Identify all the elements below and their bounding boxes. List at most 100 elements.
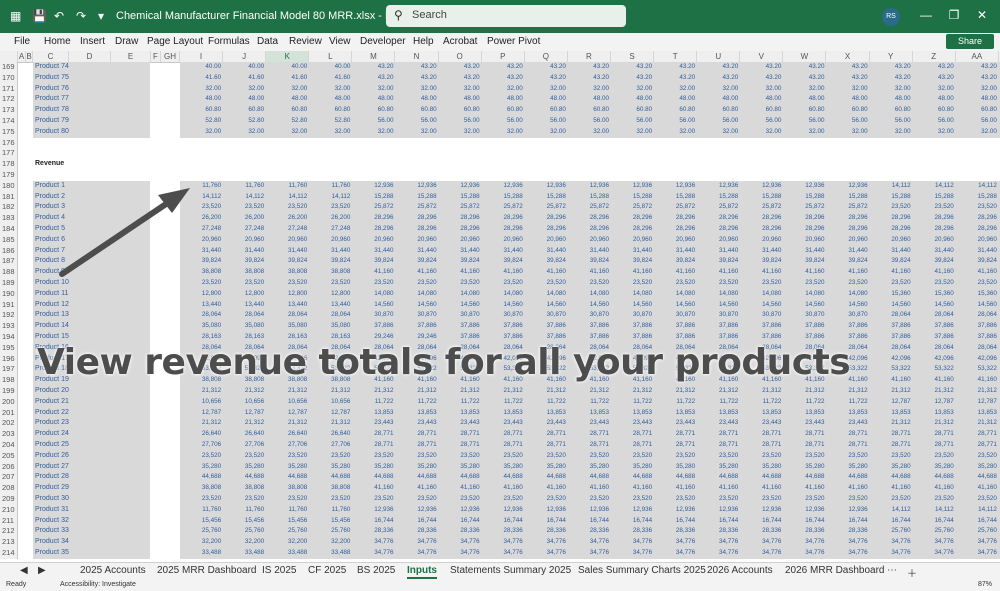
data-cell[interactable]: 35,280 [783,462,826,473]
product-label[interactable]: Product 78 [33,105,150,116]
data-cell[interactable]: 28,296 [525,224,568,235]
accessibility-status[interactable]: Accessibility: Investigate [60,581,136,588]
data-cell[interactable]: 31,440 [309,246,352,257]
data-cell[interactable]: 12,787 [913,397,956,408]
data-cell[interactable]: 35,280 [439,462,482,473]
data-cell[interactable]: 48.00 [352,94,395,105]
data-cell[interactable]: 35,280 [913,462,956,473]
row-number[interactable]: 171 [0,83,18,95]
data-cell[interactable]: 23,520 [827,278,870,289]
data-cell[interactable]: 20,960 [956,235,999,246]
add-sheet-icon[interactable]: ＋ [907,565,917,580]
data-cell[interactable]: 16,744 [740,516,783,527]
data-cell[interactable]: 25,760 [913,526,956,537]
data-cell[interactable]: 60.80 [266,105,309,116]
row-number[interactable]: 175 [0,126,18,138]
data-cell[interactable]: 43.20 [396,73,439,84]
product-label[interactable]: Product 4 [33,213,150,224]
data-cell[interactable]: 12,936 [525,181,568,192]
data-cell[interactable]: 15,288 [913,192,956,203]
row-number[interactable]: 179 [0,170,18,181]
data-cell[interactable]: 20,960 [913,235,956,246]
data-cell[interactable]: 11,760 [180,505,223,516]
data-cell[interactable]: 28,296 [827,224,870,235]
data-cell[interactable]: 52.80 [266,116,309,127]
data-cell[interactable]: 32,200 [180,537,223,548]
data-cell[interactable]: 23,520 [309,451,352,462]
row-number[interactable]: 174 [0,116,18,127]
data-cell[interactable]: 15,360 [870,289,913,300]
data-cell[interactable]: 21,312 [309,386,352,397]
data-cell[interactable]: 28,296 [697,213,740,224]
data-cell[interactable]: 28,771 [913,429,956,440]
data-cell[interactable]: 20,960 [482,235,525,246]
data-cell[interactable]: 28,296 [439,213,482,224]
row-number[interactable]: 190 [0,288,18,300]
data-cell[interactable]: 52.80 [223,116,266,127]
product-label[interactable]: Product 30 [33,494,150,505]
data-cell[interactable]: 12,936 [352,505,395,516]
data-cell[interactable]: 32.00 [525,127,568,138]
product-label[interactable]: Product 74 [33,62,150,73]
data-cell[interactable]: 27,248 [266,224,309,235]
product-label[interactable]: Product 12 [33,299,150,311]
data-cell[interactable]: 12,936 [654,505,697,516]
data-cell[interactable]: 53,322 [870,364,913,375]
data-cell[interactable]: 23,520 [439,278,482,289]
data-cell[interactable]: 38,808 [266,267,309,278]
data-cell[interactable]: 48.00 [697,94,740,105]
row-number[interactable]: 205 [0,450,18,462]
data-cell[interactable]: 34,776 [439,537,482,548]
data-cell[interactable]: 37,886 [913,321,956,332]
data-cell[interactable]: 39,824 [266,256,309,267]
data-cell[interactable]: 14,080 [525,289,568,300]
data-cell[interactable]: 28,336 [611,526,654,537]
data-cell[interactable]: 20,960 [740,235,783,246]
data-cell[interactable]: 38,808 [309,267,352,278]
data-cell[interactable]: 23,520 [654,451,697,462]
data-cell[interactable]: 23,520 [180,451,223,462]
product-label[interactable]: Product 33 [33,526,150,538]
data-cell[interactable]: 28,064 [870,343,913,354]
data-cell[interactable]: 23,443 [611,418,654,429]
row-number[interactable]: 176 [0,137,18,149]
data-cell[interactable]: 21,312 [611,386,654,397]
product-label[interactable]: Product 25 [33,440,150,451]
data-cell[interactable]: 34,776 [654,548,697,559]
data-cell[interactable]: 41,160 [783,267,826,278]
data-cell[interactable]: 23,443 [352,418,395,429]
data-cell[interactable]: 14,560 [827,300,870,311]
data-cell[interactable]: 53,322 [913,364,956,375]
row-number[interactable]: 180 [0,180,18,192]
data-cell[interactable]: 28,296 [654,224,697,235]
data-cell[interactable]: 34,776 [654,537,697,548]
data-cell[interactable]: 41,160 [870,483,913,494]
product-label[interactable]: Product 34 [33,537,150,548]
row-number[interactable]: 202 [0,418,18,430]
data-cell[interactable]: 25,760 [180,526,223,537]
row-number[interactable]: 214 [0,548,18,559]
data-cell[interactable]: 32.00 [352,84,395,95]
data-cell[interactable]: 28,296 [913,213,956,224]
product-label[interactable]: Product 3 [33,202,150,214]
data-cell[interactable]: 23,520 [352,451,395,462]
data-cell[interactable]: 11,760 [309,505,352,516]
data-cell[interactable]: 15,288 [396,192,439,203]
data-cell[interactable]: 28,771 [568,429,611,440]
data-cell[interactable]: 14,560 [956,300,999,311]
data-cell[interactable]: 23,520 [309,494,352,505]
avatar[interactable]: RS [882,8,900,26]
data-cell[interactable]: 41,160 [352,483,395,494]
section-heading[interactable]: Revenue [33,159,150,170]
data-cell[interactable]: 60.80 [180,105,223,116]
data-cell[interactable]: 35,280 [223,462,266,473]
data-cell[interactable]: 20,960 [568,235,611,246]
column-header[interactable]: N [396,51,439,62]
data-cell[interactable]: 11,760 [223,505,266,516]
data-cell[interactable]: 21,312 [266,418,309,429]
data-cell[interactable]: 41,160 [482,267,525,278]
data-cell[interactable]: 35,280 [396,462,439,473]
data-cell[interactable]: 41,160 [870,375,913,386]
data-cell[interactable]: 56.00 [568,116,611,127]
data-cell[interactable]: 23,520 [827,494,870,505]
